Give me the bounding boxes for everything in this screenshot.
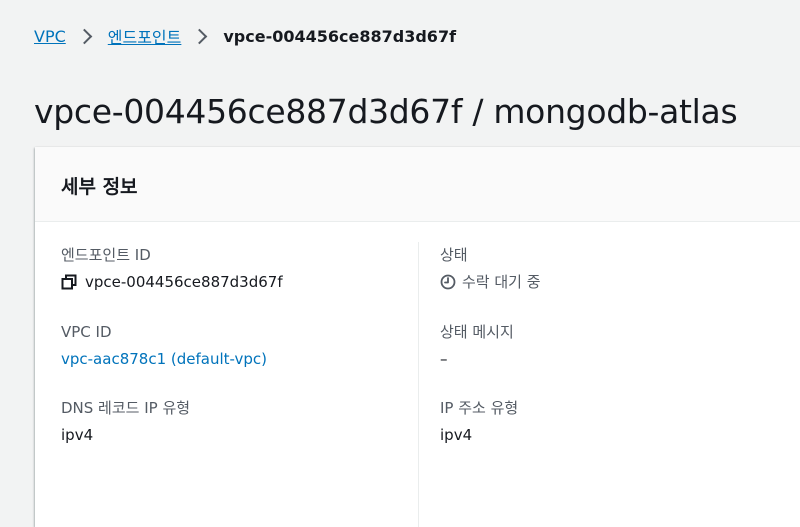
details-panel-title: 세부 정보 <box>61 176 138 198</box>
breadcrumb-link-vpc[interactable]: VPC <box>34 27 66 46</box>
endpoint-id-label: 엔드포인트 ID <box>61 246 151 264</box>
column-divider <box>418 242 419 527</box>
dns-record-ip-type-value-row: ipv4 <box>61 425 190 445</box>
vpc-id-field: VPC ID vpc-aac878c1 (default-vpc) <box>61 322 267 369</box>
copy-icon[interactable] <box>61 274 77 290</box>
breadcrumb-current: vpce-004456ce887d3d67f <box>223 26 457 46</box>
ip-address-type-label: IP 주소 유형 <box>440 399 519 417</box>
endpoint-id-field: 엔드포인트 ID vpce-004456ce887d3d67f <box>61 245 283 292</box>
ip-address-type-value-row: ipv4 <box>440 425 518 445</box>
page-title: vpce-004456ce887d3d67f / mongodb-atlas <box>34 92 738 131</box>
details-panel-header <box>35 147 800 222</box>
status-message-value-row: – <box>440 349 514 369</box>
status-value-row: 수락 대기 중 <box>440 272 541 292</box>
chevron-right-icon <box>192 28 208 44</box>
ip-address-type-value: ipv4 <box>440 426 473 444</box>
vpc-id-value-row: vpc-aac878c1 (default-vpc) <box>61 349 267 369</box>
status-message-field: 상태 메시지 – <box>440 322 514 369</box>
dns-record-ip-type-label: DNS 레코드 IP 유형 <box>61 399 191 417</box>
status-label: 상태 <box>440 246 468 264</box>
dns-record-ip-type-value: ipv4 <box>61 426 94 444</box>
status-value: 수락 대기 중 <box>462 273 541 291</box>
details-panel: 세부 정보 엔드포인트 ID vpce-004456ce887d3d67f VP… <box>35 147 800 527</box>
vpc-id-label: VPC ID <box>61 323 112 341</box>
breadcrumb-link-endpoints[interactable]: 엔드포인트 <box>108 24 182 48</box>
dns-record-ip-type-field: DNS 레코드 IP 유형 ipv4 <box>61 398 190 445</box>
endpoint-id-value-row: vpce-004456ce887d3d67f <box>61 272 283 292</box>
clock-icon <box>440 274 456 290</box>
status-field: 상태 수락 대기 중 <box>440 245 541 292</box>
status-message-label: 상태 메시지 <box>440 323 514 341</box>
vpc-id-link[interactable]: vpc-aac878c1 (default-vpc) <box>61 349 267 369</box>
breadcrumb: VPC 엔드포인트 vpce-004456ce887d3d67f <box>34 24 456 48</box>
status-message-value: – <box>440 350 448 368</box>
chevron-right-icon <box>76 28 93 44</box>
endpoint-id-value: vpce-004456ce887d3d67f <box>85 273 283 291</box>
ip-address-type-field: IP 주소 유형 ipv4 <box>440 398 518 445</box>
